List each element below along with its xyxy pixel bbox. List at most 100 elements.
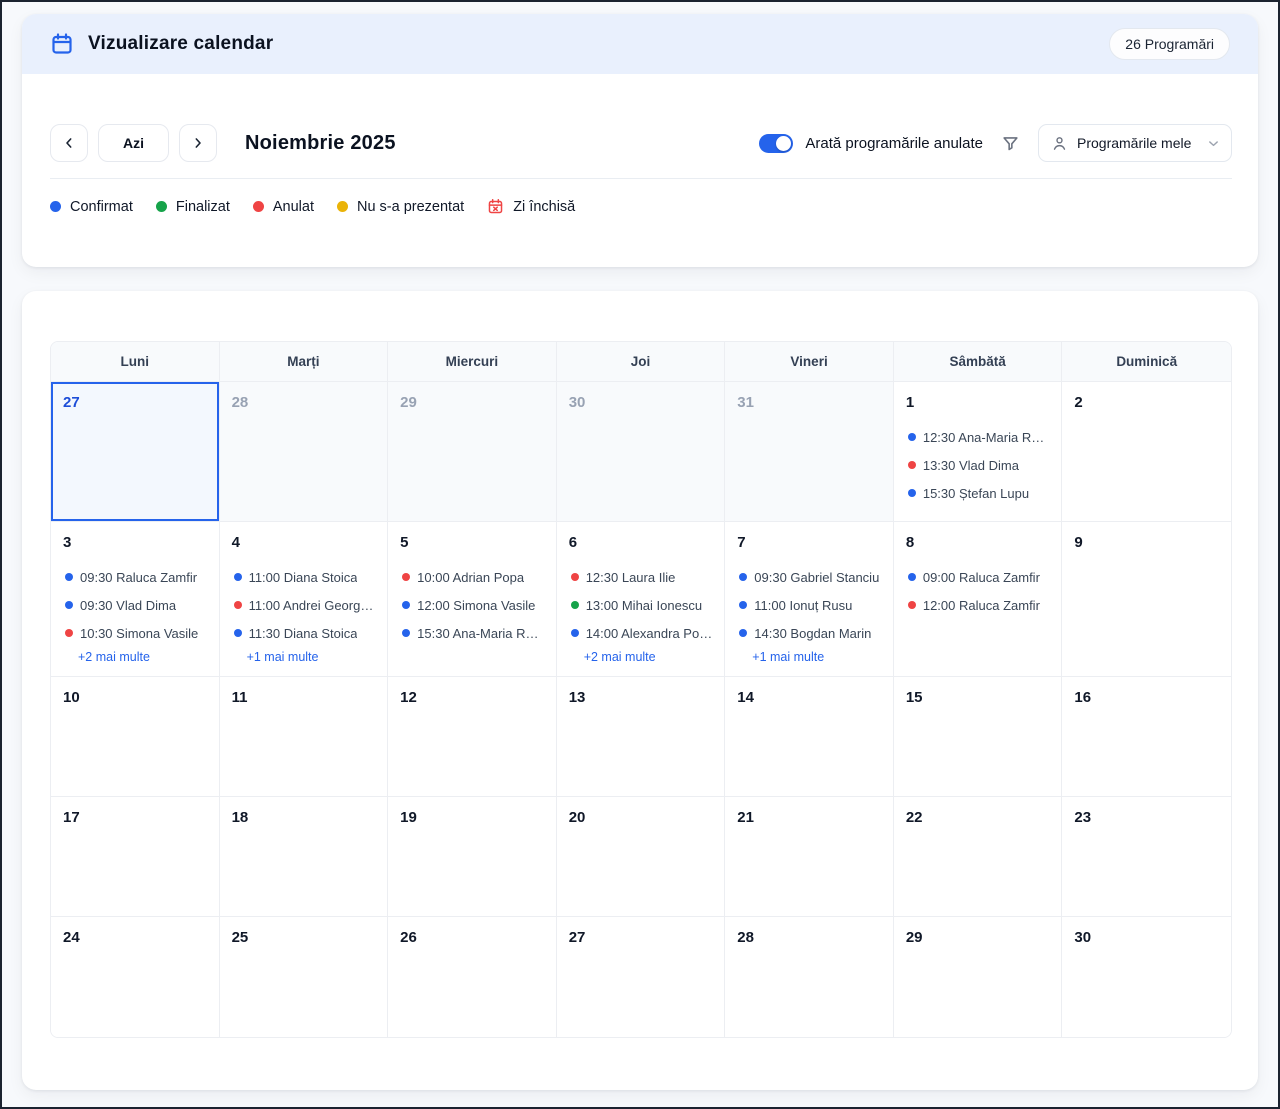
event-label: 10:00 Adrian Popa: [417, 570, 524, 585]
event-item[interactable]: 15:30 Ana-Maria Radu: [400, 619, 544, 647]
day-cell[interactable]: 26: [388, 917, 557, 1037]
day-cell[interactable]: 8 09:00 Raluca Zamfir 12:00 Raluca Zamfir: [894, 522, 1063, 677]
event-label: 15:30 Ana-Maria Radu: [417, 626, 544, 641]
day-cell[interactable]: 12: [388, 677, 557, 797]
event-item[interactable]: 11:00 Diana Stoica: [232, 563, 376, 591]
more-events-link[interactable]: +2 mai multe: [78, 650, 150, 664]
event-item[interactable]: 11:00 Andrei Georges…: [232, 591, 376, 619]
filter-button[interactable]: [999, 132, 1022, 155]
event-item[interactable]: 13:00 Mihai Ionescu: [569, 591, 713, 619]
day-cell[interactable]: 30: [1062, 917, 1231, 1037]
month-grid: LuniMarțiMiercuriJoiVineriSâmbătăDuminic…: [50, 341, 1232, 1038]
calendar-icon: [50, 32, 74, 56]
day-cell[interactable]: 28: [220, 382, 389, 522]
day-number: 26: [400, 928, 544, 948]
day-number: 2: [1074, 393, 1219, 413]
event-label: 15:30 Ștefan Lupu: [923, 486, 1029, 501]
day-cell[interactable]: 309:30 Raluca Zamfir09:30 Vlad Dima10:30…: [51, 522, 220, 677]
day-cell[interactable]: 9: [1062, 522, 1231, 677]
day-cell[interactable]: 10: [51, 677, 220, 797]
staff-filter-select[interactable]: Programările mele: [1038, 124, 1232, 162]
day-number: 8: [906, 533, 1050, 553]
chevron-down-icon: [1206, 136, 1221, 151]
event-status-dot: [908, 433, 916, 441]
event-item[interactable]: 12:00 Raluca Zamfir: [906, 591, 1050, 619]
legend-label: Nu s-a prezentat: [357, 199, 464, 215]
calendar-grid-card: LuniMarțiMiercuriJoiVineriSâmbătăDuminic…: [22, 291, 1258, 1090]
event-item[interactable]: 11:30 Diana Stoica: [232, 619, 376, 647]
event-item[interactable]: 09:00 Raluca Zamfir: [906, 563, 1050, 591]
day-cell[interactable]: 30: [557, 382, 726, 522]
events-list: 09:30 Raluca Zamfir 09:30 Vlad Dima 10:30 …: [63, 563, 207, 647]
day-number: 24: [63, 928, 207, 948]
more-events-link[interactable]: +1 mai multe: [752, 650, 824, 664]
day-cell[interactable]: 29: [388, 382, 557, 522]
event-item[interactable]: 10:30 Simona Vasile: [63, 619, 207, 647]
event-item[interactable]: 15:30 Ștefan Lupu: [906, 479, 1050, 507]
page-title: Vizualizare calendar: [88, 33, 273, 55]
day-cell[interactable]: 24: [51, 917, 220, 1037]
day-cell[interactable]: 14: [725, 677, 894, 797]
day-cell[interactable]: 23: [1062, 797, 1231, 917]
day-number: 10: [63, 688, 207, 708]
day-cell[interactable]: 15: [894, 677, 1063, 797]
more-events-link[interactable]: +2 mai multe: [584, 650, 656, 664]
event-item[interactable]: 10:00 Adrian Popa: [400, 563, 544, 591]
events-list: 12:30 Ana-Maria Radu13:30 Vlad Dima 15:30…: [906, 423, 1050, 507]
day-cell[interactable]: 25: [220, 917, 389, 1037]
event-item[interactable]: 12:30 Laura Ilie: [569, 563, 713, 591]
day-number: 28: [232, 393, 376, 413]
appointments-count-badge: 26 Programări: [1109, 28, 1230, 60]
day-cell[interactable]: 16: [1062, 677, 1231, 797]
next-month-button[interactable]: [179, 124, 217, 162]
day-cell[interactable]: 20: [557, 797, 726, 917]
day-cell[interactable]: 13: [557, 677, 726, 797]
weeks-container: 2728293031112:30 Ana-Maria Radu13:30 Vla…: [51, 382, 1231, 1037]
day-cell[interactable]: 29: [894, 917, 1063, 1037]
day-cell[interactable]: 411:00 Diana Stoica11:00 Andrei Georges……: [220, 522, 389, 677]
day-number: 15: [906, 688, 1050, 708]
day-cell[interactable]: 27: [51, 382, 220, 522]
week-row: 309:30 Raluca Zamfir09:30 Vlad Dima10:30…: [51, 522, 1231, 677]
event-label: 09:30 Vlad Dima: [80, 598, 176, 613]
day-cell[interactable]: 19: [388, 797, 557, 917]
day-number: 17: [63, 808, 207, 828]
show-cancelled-toggle[interactable]: [759, 134, 793, 153]
day-cell[interactable]: 28: [725, 917, 894, 1037]
event-label: 14:30 Bogdan Marin: [754, 626, 871, 641]
day-cell[interactable]: 27: [557, 917, 726, 1037]
day-cell[interactable]: 18: [220, 797, 389, 917]
day-number: 31: [737, 393, 881, 413]
day-cell[interactable]: 22: [894, 797, 1063, 917]
event-status-dot: [65, 601, 73, 609]
event-item[interactable]: 13:30 Vlad Dima: [906, 451, 1050, 479]
day-cell[interactable]: 2: [1062, 382, 1231, 522]
event-item[interactable]: 09:30 Raluca Zamfir: [63, 563, 207, 591]
event-status-dot: [402, 573, 410, 581]
today-button[interactable]: Azi: [98, 124, 169, 162]
day-cell[interactable]: 612:30 Laura Ilie13:00 Mihai Ionescu14:0…: [557, 522, 726, 677]
day-cell[interactable]: 21: [725, 797, 894, 917]
event-item[interactable]: 12:00 Simona Vasile: [400, 591, 544, 619]
event-label: 12:00 Raluca Zamfir: [923, 598, 1040, 613]
day-number: 20: [569, 808, 713, 828]
event-item[interactable]: 14:00 Alexandra Pop…: [569, 619, 713, 647]
event-status-dot: [571, 629, 579, 637]
day-cell[interactable]: 31: [725, 382, 894, 522]
legend-item-4: Zi închisă: [487, 198, 575, 215]
legend-item-3: Nu s-a prezentat: [337, 199, 464, 215]
month-title: Noiembrie 2025: [245, 132, 396, 155]
more-events-link[interactable]: +1 mai multe: [247, 650, 319, 664]
event-item[interactable]: 11:00 Ionuț Rusu: [737, 591, 881, 619]
event-item[interactable]: 12:30 Ana-Maria Radu: [906, 423, 1050, 451]
day-cell[interactable]: 709:30 Gabriel Stanciu11:00 Ionuț Rusu14…: [725, 522, 894, 677]
day-cell[interactable]: 112:30 Ana-Maria Radu13:30 Vlad Dima15:3…: [894, 382, 1063, 522]
day-cell[interactable]: 17: [51, 797, 220, 917]
events-list: 09:30 Gabriel Stanciu11:00 Ionuț Rusu 14:…: [737, 563, 881, 647]
day-cell[interactable]: 510:00 Adrian Popa12:00 Simona Vasile15:…: [388, 522, 557, 677]
day-cell[interactable]: 11: [220, 677, 389, 797]
event-item[interactable]: 09:30 Gabriel Stanciu: [737, 563, 881, 591]
event-item[interactable]: 09:30 Vlad Dima: [63, 591, 207, 619]
event-item[interactable]: 14:30 Bogdan Marin: [737, 619, 881, 647]
prev-month-button[interactable]: [50, 124, 88, 162]
